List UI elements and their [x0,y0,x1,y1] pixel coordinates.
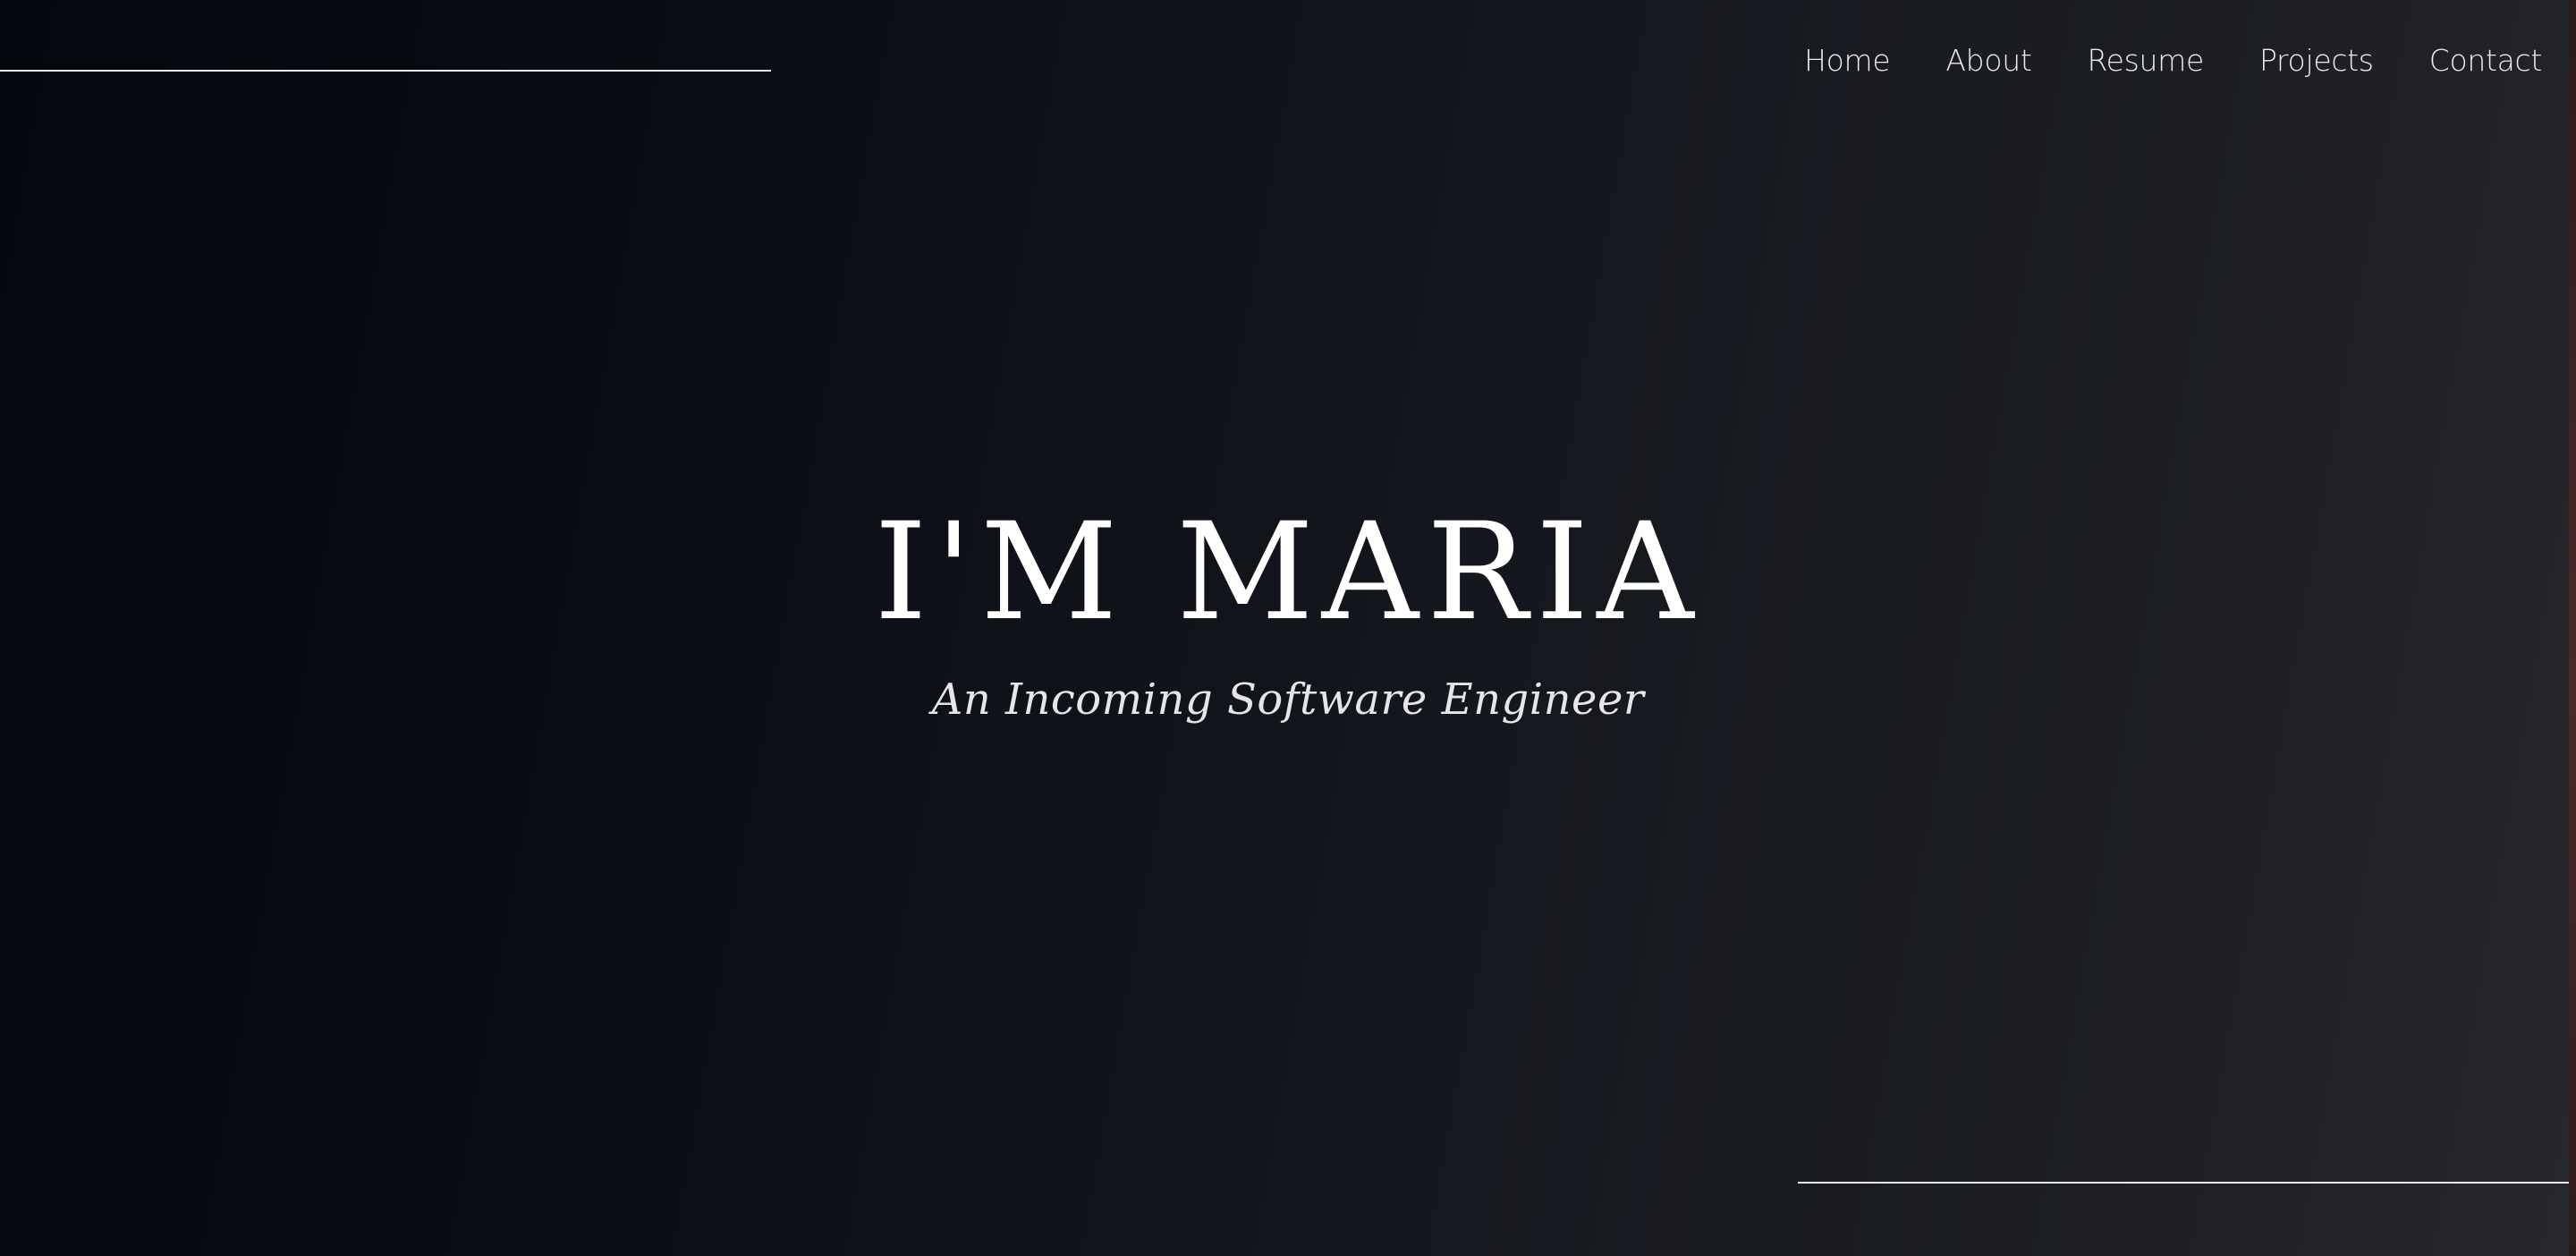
main-navigation: Home About Resume Projects Contact [1749,36,2542,86]
nav-link-projects[interactable]: Projects [2259,36,2374,86]
hero-section: I'M MARIA An Incoming Software Engineer [0,492,2576,726]
bottom-right-divider-line [1798,1182,2569,1184]
top-left-divider-line [0,70,771,72]
hero-subtitle: An Incoming Software Engineer [931,675,1645,725]
nav-link-about[interactable]: About [1945,36,2031,86]
nav-link-contact[interactable]: Contact [2429,36,2543,86]
hero-title: I'M MARIA [874,495,1702,650]
nav-link-resume[interactable]: Resume [2087,36,2204,86]
nav-link-home[interactable]: Home [1804,36,1891,86]
window-right-edge [2569,0,2576,1256]
